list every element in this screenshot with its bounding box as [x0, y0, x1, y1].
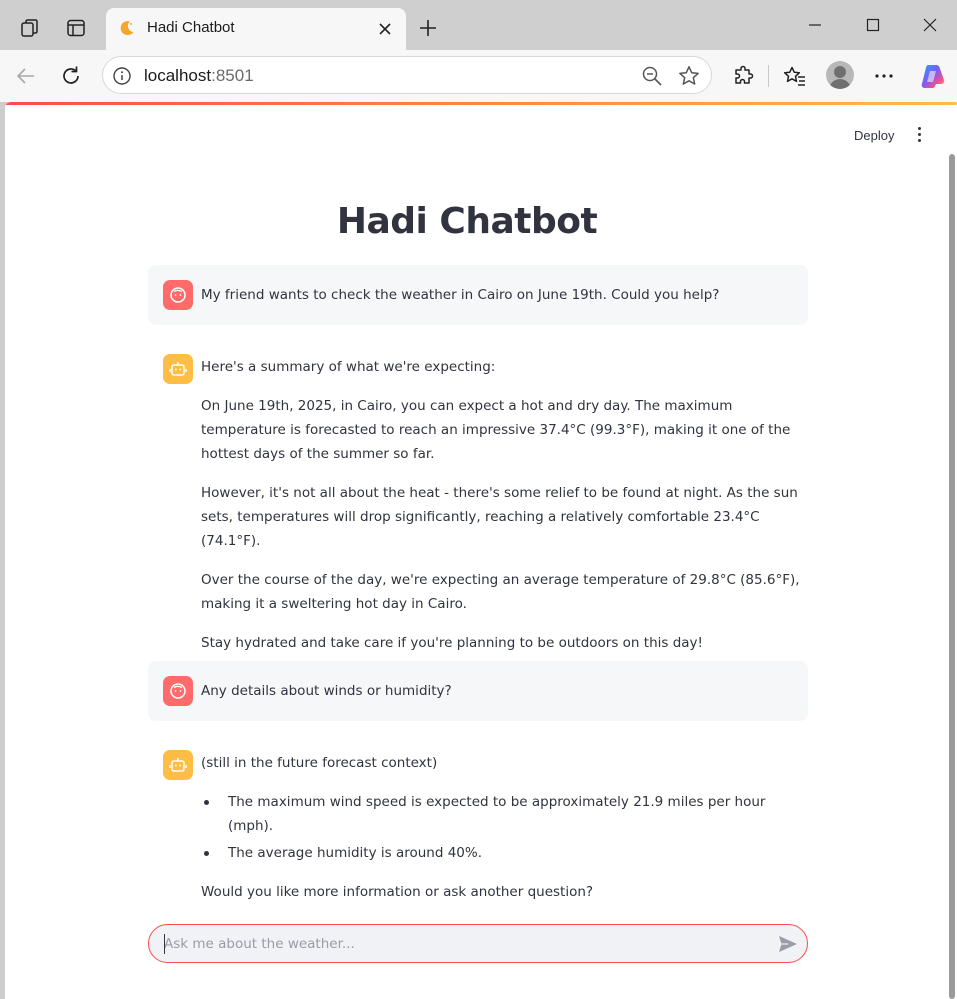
maximize-icon[interactable] — [858, 10, 888, 40]
header-decoration — [5, 102, 957, 105]
close-icon[interactable] — [374, 18, 396, 40]
more-icon[interactable] — [870, 62, 898, 90]
assistant-paragraph: (still in the future forecast context) — [201, 755, 438, 771]
user-message-text: Any details about winds or humidity? — [201, 683, 452, 699]
extensions-icon[interactable] — [730, 62, 758, 90]
address-bar[interactable]: localhost:8501 — [102, 56, 712, 94]
star-icon[interactable] — [677, 64, 701, 88]
user-face-icon — [163, 280, 193, 310]
list-item: The maximum wind speed is expected to be… — [201, 790, 813, 838]
bot-icon — [163, 354, 193, 384]
toolbar-divider — [768, 65, 769, 87]
user-message-text: My friend wants to check the weather in … — [201, 287, 720, 303]
assistant-paragraph: On June 19th, 2025, in Cairo, you can ex… — [201, 398, 791, 462]
page-title: Hadi Chatbot — [336, 201, 598, 242]
workspaces-icon[interactable] — [14, 12, 46, 44]
chat-input[interactable] — [164, 933, 754, 955]
deploy-button[interactable]: Deploy — [848, 126, 900, 145]
favorites-icon[interactable] — [781, 62, 809, 90]
tab-actions-icon[interactable] — [60, 12, 92, 44]
assistant-bullet-list: The maximum wind speed is expected to be… — [201, 790, 813, 865]
active-tab[interactable]: Hadi Chatbot — [106, 8, 406, 50]
back-arrow-icon[interactable] — [12, 62, 40, 90]
assistant-paragraph: Would you like more information or ask a… — [201, 884, 594, 900]
assistant-paragraph: Over the course of the day, we're expect… — [201, 572, 800, 612]
user-message: My friend wants to check the weather in … — [148, 265, 808, 325]
profile-icon[interactable] — [826, 61, 854, 89]
moon-favicon-icon — [118, 19, 136, 37]
list-item: The average humidity is around 40%. — [201, 841, 813, 865]
zoom-out-icon[interactable] — [641, 65, 663, 87]
avatar-body — [829, 79, 851, 89]
copilot-icon[interactable] — [918, 62, 946, 90]
scrollbar[interactable] — [949, 154, 955, 999]
plus-icon[interactable] — [414, 14, 442, 42]
refresh-icon[interactable] — [57, 62, 85, 90]
address-url[interactable]: localhost:8501 — [144, 66, 254, 86]
chat-input-container — [148, 924, 808, 963]
address-port: :8501 — [211, 66, 254, 85]
user-message: Any details about winds or humidity? — [148, 661, 808, 721]
assistant-paragraph: Here's a summary of what we're expecting… — [201, 359, 496, 375]
window-close-icon[interactable] — [915, 10, 945, 40]
address-host: localhost — [144, 66, 212, 85]
assistant-paragraph: However, it's not all about the heat - t… — [201, 485, 798, 549]
browser-toolbar: localhost:8501 — [0, 50, 957, 102]
info-icon[interactable] — [112, 66, 132, 86]
avatar-head — [834, 66, 846, 78]
bot-icon — [163, 750, 193, 780]
assistant-message: Here's a summary of what we're expecting… — [201, 355, 813, 670]
user-face-icon — [163, 676, 193, 706]
browser-tab-strip: Hadi Chatbot — [0, 0, 957, 50]
send-icon[interactable] — [777, 934, 799, 954]
kebab-menu-icon[interactable] — [910, 124, 928, 144]
assistant-paragraph: Stay hydrated and take care if you're pl… — [201, 635, 703, 651]
text-caret — [164, 934, 165, 954]
tab-title: Hadi Chatbot — [147, 19, 235, 36]
page-viewport: Deploy Hadi Chatbot My friend wants to c… — [5, 102, 957, 999]
minimize-icon[interactable] — [800, 10, 830, 40]
assistant-message: (still in the future forecast context) T… — [201, 751, 813, 919]
